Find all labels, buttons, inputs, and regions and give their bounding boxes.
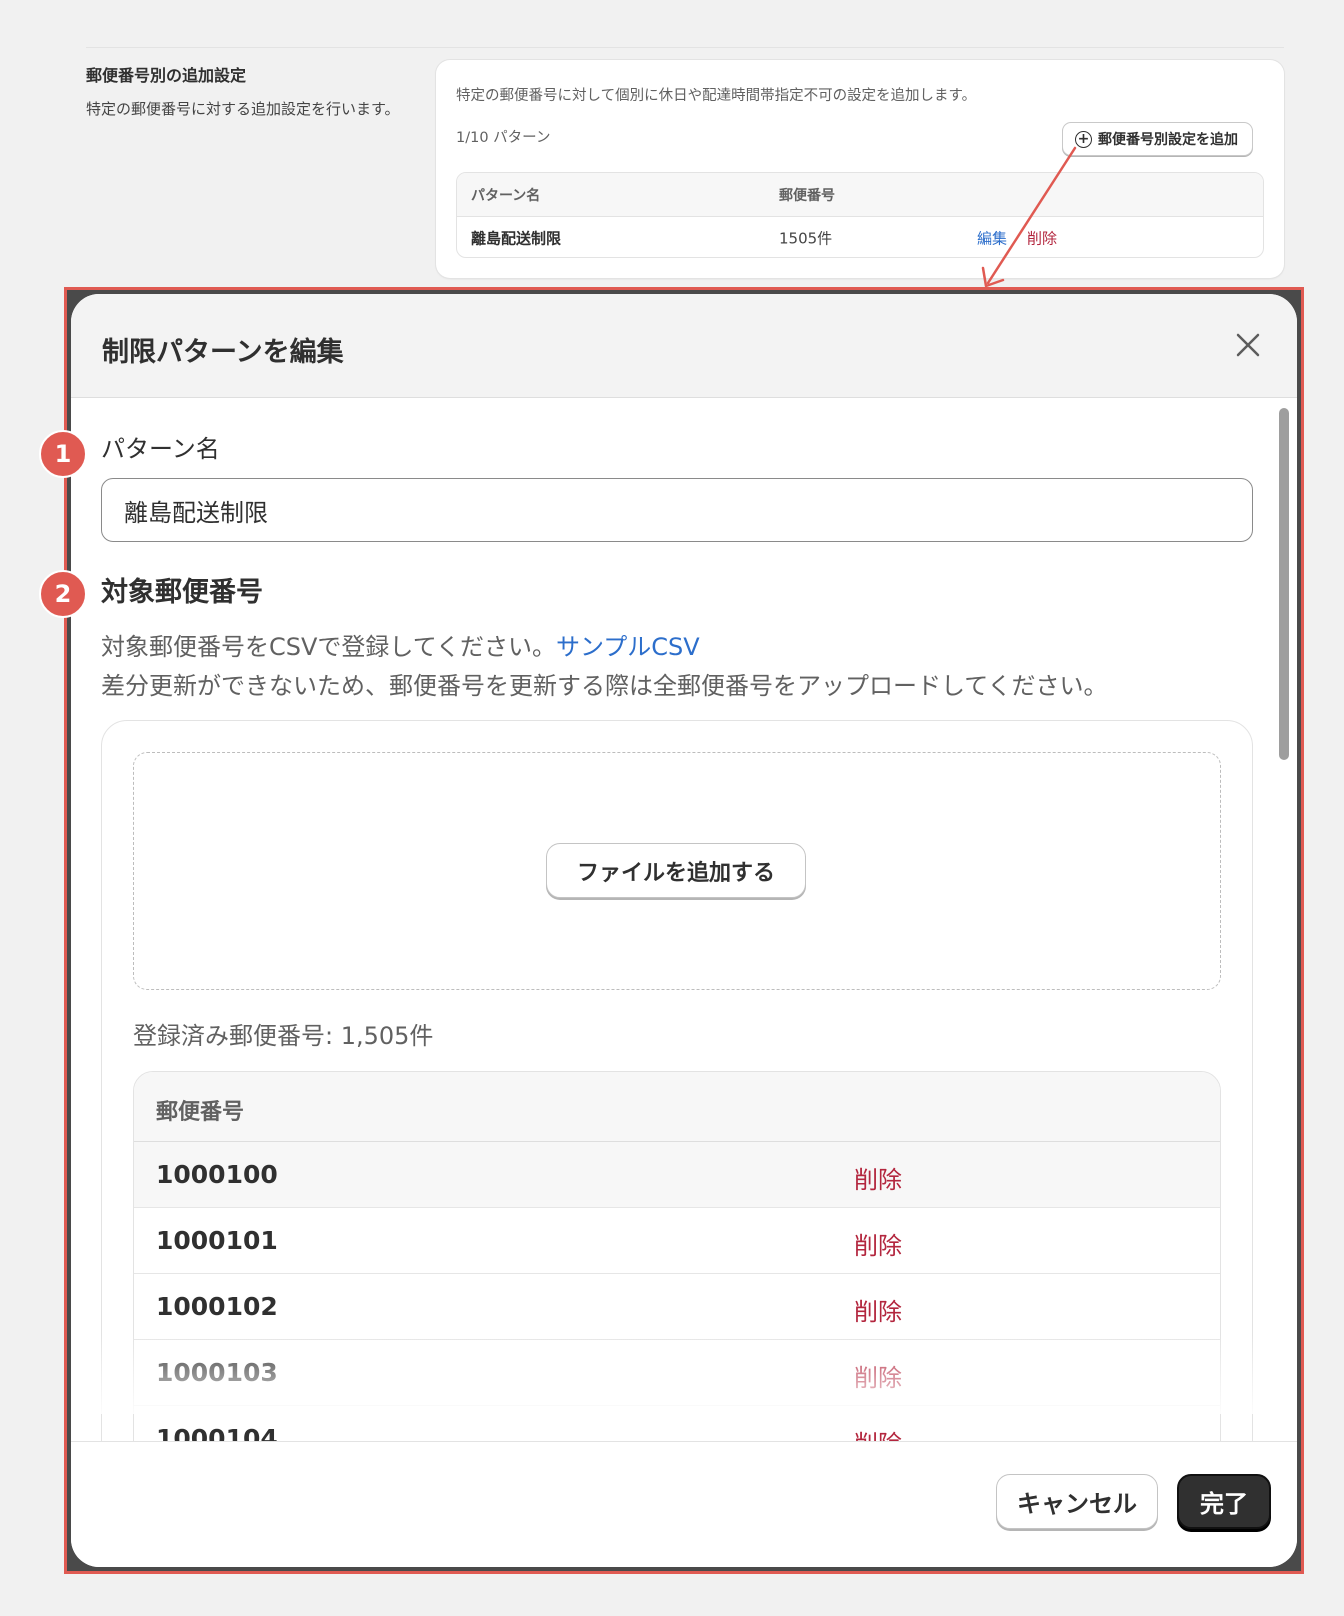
pattern-count: 1/10 パターン <box>456 130 551 146</box>
csv-help-text: 対象郵便番号をCSVで登録してください。サンプルCSV <box>101 627 700 662</box>
zip-code: 1000101 <box>156 1226 278 1255</box>
delete-link[interactable]: 削除 <box>1027 227 1057 248</box>
zip-delete-link[interactable]: 削除 <box>854 1226 902 1261</box>
zip-code: 1000102 <box>156 1292 278 1321</box>
step-badge-1: 1 <box>39 430 87 478</box>
header-zip: 郵便番号 <box>779 187 835 204</box>
settings-page: 郵便番号別の追加設定 特定の郵便番号に対する追加設定を行います。 特定の郵便番号… <box>0 0 1344 1616</box>
table-row: 1000100 削除 <box>134 1142 1220 1208</box>
csv-help-line1: 対象郵便番号をCSVで登録してください。 <box>101 633 556 661</box>
diff-update-note: 差分更新ができないため、郵便番号を更新する際は全郵便番号をアップロードしてくださ… <box>101 672 1108 700</box>
pattern-table: パターン名 郵便番号 離島配送制限 1505件 編集 削除 <box>456 172 1264 258</box>
cancel-button[interactable]: キャンセル <box>996 1474 1158 1529</box>
table-row: 1000102 削除 <box>134 1274 1220 1340</box>
pattern-name-label: パターン名 <box>101 435 220 463</box>
plus-circle-icon: + <box>1075 130 1092 148</box>
sample-csv-link[interactable]: サンプルCSV <box>556 633 700 661</box>
modal-highlight-frame: 制限パターンを編集 パターン名 離島配送制限 対象郵便番号 対象郵便番号をCSV… <box>64 287 1304 1574</box>
zip-table-header-label: 郵便番号 <box>156 1100 245 1125</box>
section-title: 郵便番号別の追加設定 <box>86 66 247 85</box>
zip-delete-link[interactable]: 削除 <box>854 1292 902 1327</box>
modal-title: 制限パターンを編集 <box>102 337 344 368</box>
pattern-name-cell: 離島配送制限 <box>471 229 562 247</box>
zip-table: 郵便番号 1000100 削除 1000101 削除 1000102 削除 10… <box>133 1071 1221 1491</box>
zip-delete-link[interactable]: 削除 <box>854 1160 902 1195</box>
registered-count: 登録済み郵便番号: 1,505件 <box>133 1022 434 1050</box>
target-zip-title: 対象郵便番号 <box>101 577 263 608</box>
card-description: 特定の郵便番号に対して個別に休日や配達時間帯指定不可の設定を追加します。 <box>456 88 977 104</box>
done-button[interactable]: 完了 <box>1177 1474 1271 1529</box>
pattern-name-input[interactable]: 離島配送制限 <box>101 478 1253 542</box>
edit-link[interactable]: 編集 <box>977 227 1007 248</box>
step-badge-2: 2 <box>39 570 87 618</box>
pattern-table-header: パターン名 郵便番号 <box>457 173 1263 217</box>
scroll-fade <box>71 1334 1297 1414</box>
edit-pattern-modal: 制限パターンを編集 パターン名 離島配送制限 対象郵便番号 対象郵便番号をCSV… <box>71 294 1297 1567</box>
add-file-button[interactable]: ファイルを追加する <box>546 843 806 898</box>
top-divider <box>86 47 1284 48</box>
add-zip-setting-label: 郵便番号別設定を追加 <box>1098 132 1238 148</box>
zip-settings-card: 特定の郵便番号に対して個別に休日や配達時間帯指定不可の設定を追加します。 1/1… <box>436 60 1284 278</box>
close-icon[interactable] <box>1233 330 1263 360</box>
modal-header: 制限パターンを編集 <box>71 294 1297 398</box>
zip-code: 1000100 <box>156 1160 278 1189</box>
file-dropzone[interactable]: ファイルを追加する <box>133 752 1221 990</box>
zip-count-cell: 1505件 <box>779 229 833 247</box>
modal-scrollbar[interactable] <box>1279 408 1289 760</box>
section-description: 特定の郵便番号に対する追加設定を行います。 <box>86 100 400 118</box>
add-zip-setting-button[interactable]: + 郵便番号別設定を追加 <box>1062 122 1253 156</box>
table-row: 1000101 削除 <box>134 1208 1220 1274</box>
table-row: 離島配送制限 1505件 編集 削除 <box>457 217 1263 257</box>
zip-table-header: 郵便番号 <box>134 1072 1220 1142</box>
modal-footer: キャンセル 完了 <box>71 1441 1297 1567</box>
header-pattern-name: パターン名 <box>471 187 541 204</box>
